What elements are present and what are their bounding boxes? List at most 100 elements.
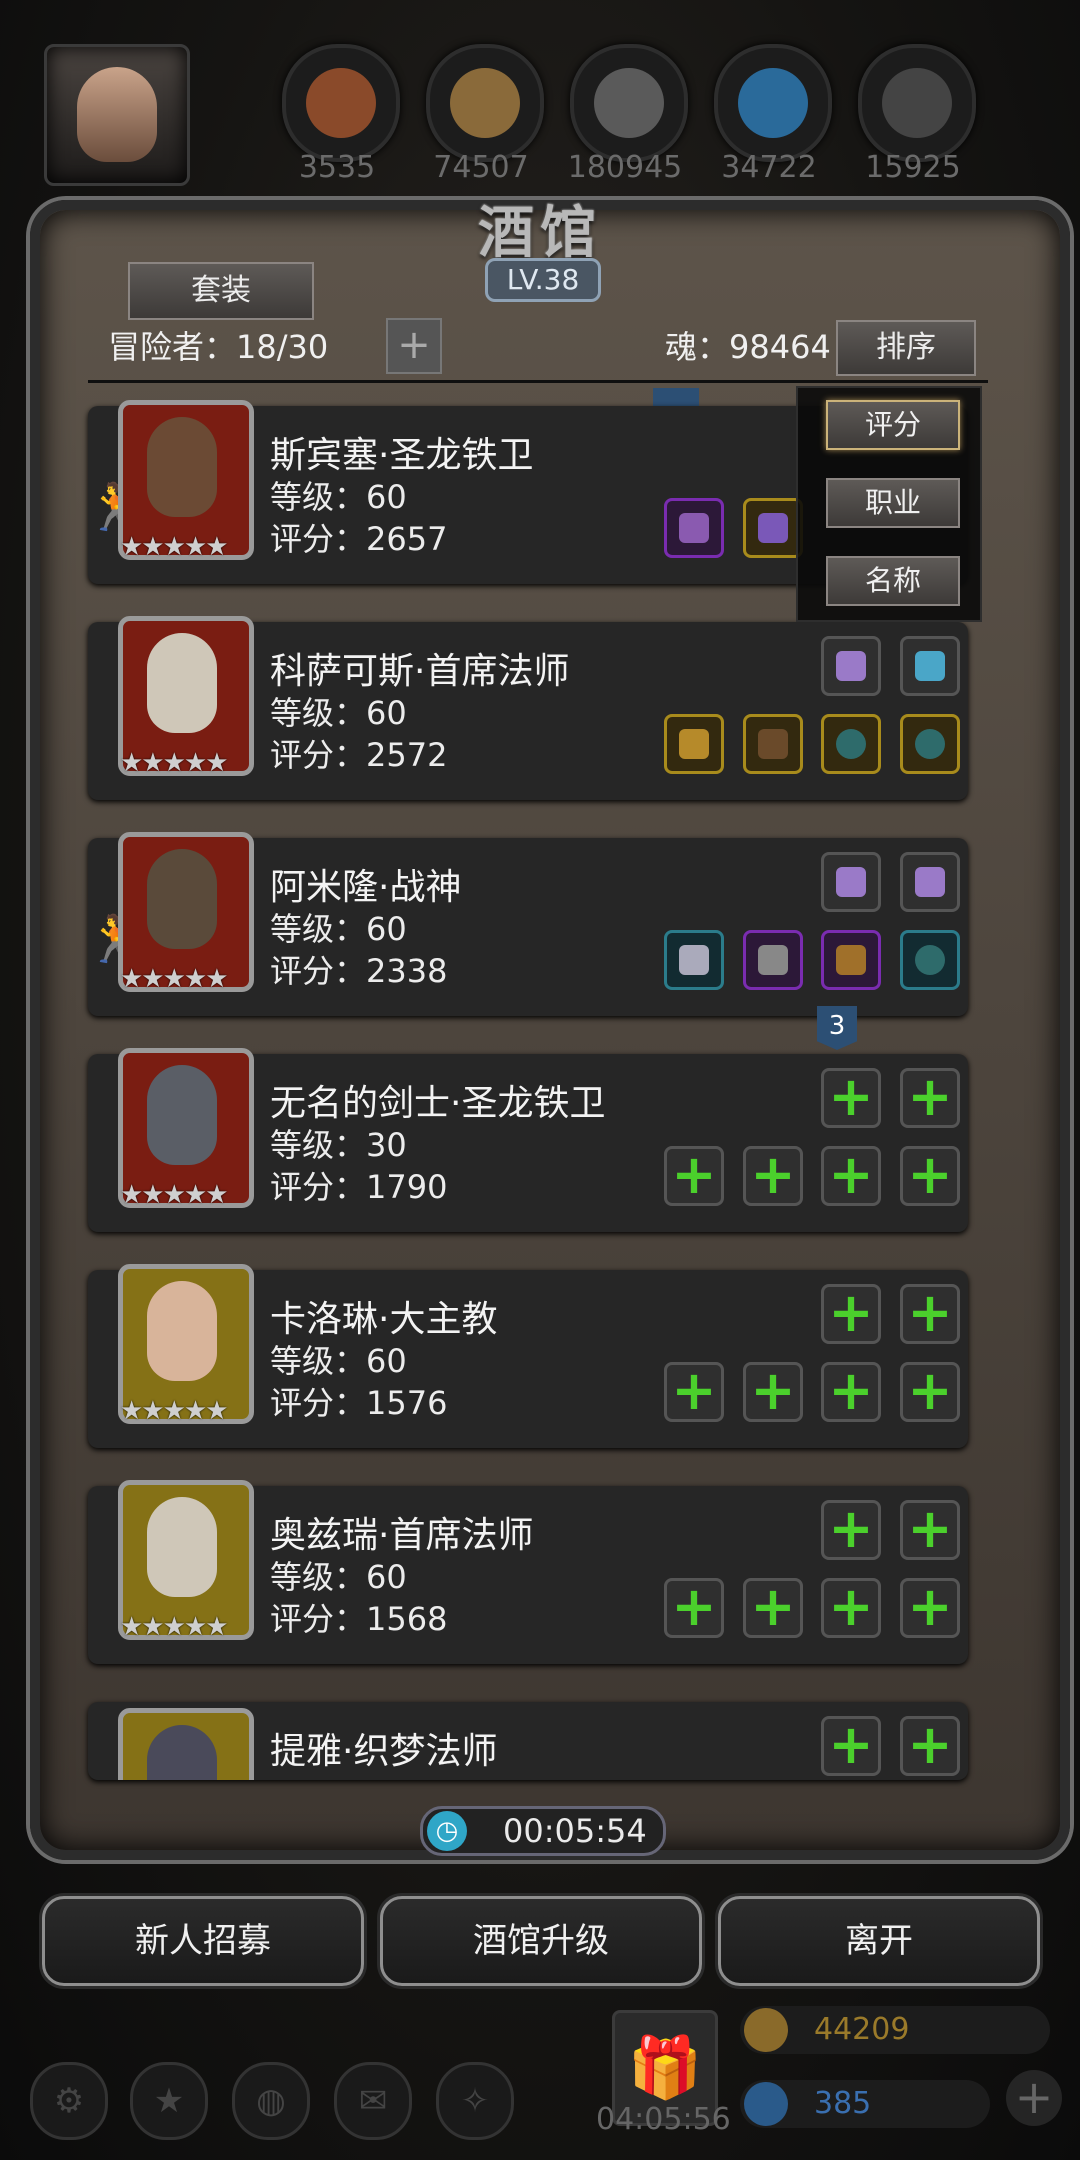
hero-stars: ★★★★★ [120,1612,229,1642]
empty-slot-add-icon[interactable] [821,1359,881,1422]
resource-value: 180945 [567,150,683,185]
sort-option-score[interactable]: 评分 [826,400,960,450]
empty-slot-add-icon[interactable] [900,1497,960,1560]
add-slot-button[interactable]: + [386,318,442,374]
empty-slot-add-icon[interactable] [900,1143,960,1206]
empty-slot-add-icon[interactable] [900,1281,960,1344]
hero-card[interactable]: 提雅·织梦法师 [88,1702,968,1780]
hero-score: 评分：1576 [270,1384,448,1422]
equip-sword-icon[interactable] [664,498,724,558]
hero-level: 等级：60 [270,1558,407,1596]
equip-ring-icon[interactable] [900,714,960,774]
gold-counter: 44209 [740,2006,1050,2054]
resource-crystal-icon[interactable] [714,44,832,162]
recruit-button[interactable]: 新人招募 [42,1896,364,1986]
hero-level: 等级：60 [270,1342,407,1380]
hero-name: 斯宾塞·圣龙铁卫 [270,435,534,476]
equip-armor-icon[interactable] [743,930,803,990]
hero-score: 评分：1790 [270,1168,448,1206]
hero-level: 等级：30 [270,1126,407,1164]
hero-score: 评分：2572 [270,736,448,774]
empty-slot-add-icon[interactable] [900,1065,960,1128]
player-avatar[interactable] [44,44,190,186]
equip-crystal-icon[interactable] [821,852,881,912]
soul-counter: 魂：98464 [665,328,831,366]
sort-dropdown: 评分 职业 名称 [796,386,982,622]
equip-crystal-icon[interactable] [900,636,960,696]
equip-barrel-icon[interactable] [821,930,881,990]
equip-robe-icon[interactable] [743,714,803,774]
gold-value: 44209 [814,2012,910,2047]
hero-stars: ★★★★★ [120,748,229,778]
hero-name: 阿米隆·战神 [270,867,462,908]
tasks-icon[interactable]: ✧ [436,2062,514,2140]
empty-slot-add-icon[interactable] [821,1143,881,1206]
empty-slot-add-icon[interactable] [743,1359,803,1422]
hero-level: 等级：60 [270,694,407,732]
empty-slot-add-icon[interactable] [900,1575,960,1638]
avatar-face [77,67,157,162]
page-badge: 3 [817,1006,857,1050]
empty-slot-add-icon[interactable] [664,1575,724,1638]
hero-card[interactable]: ★★★★★ 无名的剑士·圣龙铁卫 等级：30 评分：1790 [88,1048,968,1232]
resource-meat-icon[interactable] [282,44,400,162]
resource-value: 34722 [721,150,817,185]
equip-ring-icon[interactable] [821,714,881,774]
hero-stars: ★★★★★ [120,532,229,562]
achievement-star-icon[interactable]: ★ [130,2062,208,2140]
resource-iron-icon[interactable] [570,44,688,162]
equip-staff-icon[interactable] [664,714,724,774]
equip-helmet-icon[interactable] [743,498,803,558]
empty-slot-add-icon[interactable] [743,1143,803,1206]
empty-slot-add-icon[interactable] [743,1575,803,1638]
hero-card[interactable]: ★★★★★ 奥兹瑞·首席法师 等级：60 评分：1568 [88,1480,968,1664]
divider [88,380,988,383]
sort-option-name[interactable]: 名称 [826,556,960,606]
empty-slot-add-icon[interactable] [821,1575,881,1638]
hero-card[interactable]: ★★★★★ 卡洛琳·大主教 等级：60 评分：1576 [88,1264,968,1448]
leave-button[interactable]: 离开 [718,1896,1040,1986]
gift-timer: 04:05:56 [596,2102,731,2137]
empty-slot-add-icon[interactable] [821,1713,881,1776]
clock-icon: ◷ [427,1811,467,1851]
hero-level: 等级：60 [270,478,407,516]
empty-slot-add-icon[interactable] [821,1281,881,1344]
equip-axe-icon[interactable] [664,930,724,990]
upgrade-tavern-button[interactable]: 酒馆升级 [380,1896,702,1986]
refresh-timer: ◷ 00:05:54 [420,1806,666,1856]
adventurer-count: 冒险者：18/30 [108,328,329,366]
set-button[interactable]: 套装 [128,262,314,320]
sort-button[interactable]: 排序 [836,320,976,376]
gem-value: 385 [814,2086,872,2121]
empty-slot-add-icon[interactable] [900,1359,960,1422]
hero-name: 无名的剑士·圣龙铁卫 [270,1083,606,1124]
resource-wood-icon[interactable] [426,44,544,162]
equip-crystal-icon[interactable] [900,852,960,912]
guild-icon[interactable]: ◍ [232,2062,310,2140]
resource-value: 15925 [865,150,961,185]
hero-stars: ★★★★★ [120,1396,229,1426]
settings-gear-icon[interactable]: ⚙ [30,2062,108,2140]
hero-card[interactable]: ★★★★★ 科萨可斯·首席法师 等级：60 评分：2572 [88,616,968,800]
hero-score: 评分：2657 [270,520,448,558]
hero-card[interactable]: 🏃 ★★★★★ 阿米隆·战神 等级：60 评分：2338 [86,832,968,1016]
hero-name: 奥兹瑞·首席法师 [270,1515,534,1556]
sort-option-class[interactable]: 职业 [826,478,960,528]
mail-icon[interactable]: ✉ [334,2062,412,2140]
hero-level: 等级：60 [270,910,407,948]
empty-slot-add-icon[interactable] [821,1065,881,1128]
empty-slot-add-icon[interactable] [900,1713,960,1776]
add-currency-icon[interactable]: + [1006,2070,1062,2126]
hero-score: 评分：1568 [270,1600,448,1638]
gem-counter: 385 [740,2080,990,2128]
hero-score: 评分：2338 [270,952,448,990]
resource-value: 74507 [433,150,529,185]
resource-stone-icon[interactable] [858,44,976,162]
empty-slot-add-icon[interactable] [664,1143,724,1206]
equip-crystal-icon[interactable] [821,636,881,696]
empty-slot-add-icon[interactable] [664,1359,724,1422]
hero-name: 科萨可斯·首席法师 [270,651,570,692]
equip-ring-icon[interactable] [900,930,960,990]
hero-stars: ★★★★★ [120,964,229,994]
empty-slot-add-icon[interactable] [821,1497,881,1560]
